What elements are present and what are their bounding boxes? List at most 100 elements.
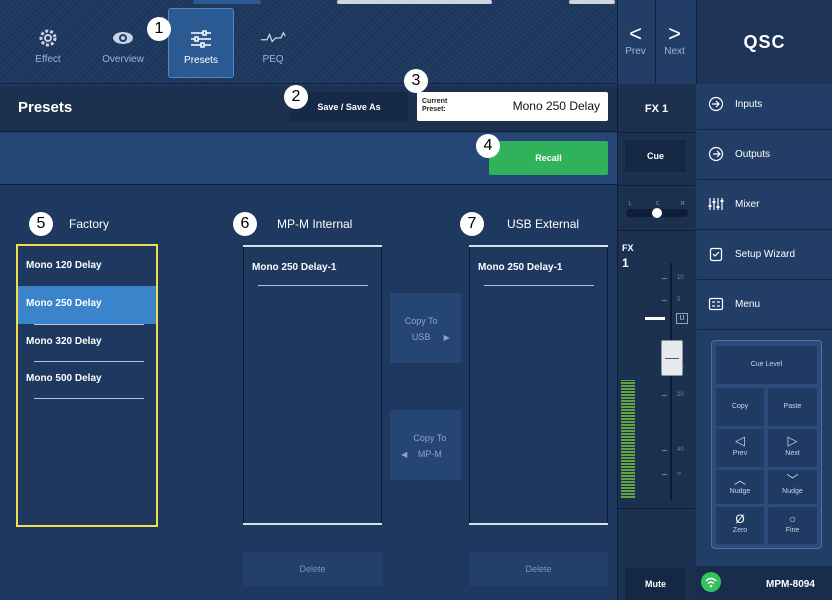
tab-overview-label: Overview xyxy=(102,54,144,65)
tab-presets[interactable]: Presets xyxy=(168,8,234,78)
nudge-down-button[interactable]: ﹀ Nudge xyxy=(768,470,817,504)
tab-peq-label: PEQ xyxy=(262,54,284,65)
unity-marker xyxy=(645,317,665,320)
external-bottom-line xyxy=(469,523,608,525)
top-scroll-indicator-2 xyxy=(569,0,615,4)
cue-level-button[interactable]: Cue Level xyxy=(716,346,817,384)
pan-left-label: L xyxy=(629,201,632,207)
meter-number: 1 xyxy=(622,256,629,270)
pad-prev-button[interactable]: ◁ Prev xyxy=(716,429,764,467)
channel-name: FX 1 xyxy=(644,103,669,115)
eq-curve-icon xyxy=(260,31,286,43)
internal-left-border xyxy=(243,247,244,523)
menu-item-label: Mixer xyxy=(735,199,760,210)
recall-button[interactable]: Recall xyxy=(489,141,608,175)
tab-effect[interactable]: Effect xyxy=(15,8,81,78)
copy-to-mpm-label: Copy To MP-M xyxy=(413,433,447,459)
list-item-selected[interactable]: Mono 250 Delay xyxy=(18,286,156,324)
paste-button[interactable]: Paste xyxy=(768,388,817,426)
copy-to-usb-label: Copy To USB xyxy=(404,316,438,342)
menu-item-inputs[interactable]: Inputs xyxy=(697,80,832,130)
external-item[interactable]: Mono 250 Delay-1 xyxy=(478,262,562,273)
internal-header: MP-M Internal xyxy=(277,217,353,231)
mute-button[interactable]: Mute xyxy=(625,568,686,600)
fader-tick xyxy=(662,395,667,396)
fader-tick xyxy=(662,278,667,279)
copy-button[interactable]: Copy xyxy=(716,388,764,426)
pan-knob[interactable] xyxy=(652,208,662,218)
chevron-right-icon: > xyxy=(668,21,681,46)
internal-right-border xyxy=(381,247,382,523)
list-item[interactable]: Mono 320 Delay xyxy=(18,324,156,362)
unity-label: U xyxy=(676,313,688,324)
fader-knob[interactable] xyxy=(661,340,683,376)
external-top-line xyxy=(469,245,608,247)
page-title: Presets xyxy=(18,99,73,116)
callout-1: 1 xyxy=(147,17,171,41)
chevron-left-icon: < xyxy=(629,21,642,46)
divider xyxy=(484,285,594,286)
fader-scale-label: 10 xyxy=(677,275,684,281)
wizard-icon xyxy=(709,247,723,262)
internal-bottom-line xyxy=(243,523,382,525)
tab-peq[interactable]: PEQ xyxy=(240,8,306,78)
list-item-label: Mono 500 Delay xyxy=(26,373,102,384)
nudge-up-button[interactable]: ︿ Nudge xyxy=(716,470,764,504)
menu-icon xyxy=(708,297,724,311)
list-item-label: Mono 120 Delay xyxy=(26,260,102,271)
meter-label: FX xyxy=(622,243,634,253)
divider xyxy=(618,132,695,133)
nudge-down-label: Nudge xyxy=(782,488,803,495)
callout-7: 7 xyxy=(460,212,484,236)
menu-item-outputs[interactable]: Outputs xyxy=(697,130,832,180)
zero-label: Zero xyxy=(732,527,748,534)
prev-button[interactable]: < Prev xyxy=(617,8,654,78)
internal-delete-button[interactable]: Delete xyxy=(243,552,382,586)
fader-scale-label: ∞ xyxy=(677,471,682,477)
cue-button[interactable]: Cue xyxy=(625,140,686,172)
menu-item-mixer[interactable]: Mixer xyxy=(697,180,832,230)
pad-next-button[interactable]: ▷ Next xyxy=(768,429,817,467)
chevron-down-icon: ﹀ xyxy=(786,473,799,487)
wifi-icon[interactable] xyxy=(701,572,721,592)
top-scroll-indicator xyxy=(337,0,492,4)
copy-to-mpm-button[interactable]: ◀ Copy To MP-M xyxy=(390,410,461,480)
nudge-up-label: Nudge xyxy=(729,488,751,495)
factory-list: Mono 120 Delay Mono 250 Delay Mono 320 D… xyxy=(16,244,158,527)
tab-overview[interactable]: Overview xyxy=(90,8,156,78)
eye-icon xyxy=(113,32,133,44)
internal-item[interactable]: Mono 250 Delay-1 xyxy=(252,262,336,273)
list-item[interactable]: Mono 120 Delay xyxy=(18,248,156,286)
pad-next-label: Next xyxy=(785,450,800,457)
pan-control[interactable]: L C R xyxy=(620,195,694,223)
gear-icon xyxy=(39,29,57,47)
list-item-label: Mono 320 Delay xyxy=(26,336,102,347)
divider xyxy=(618,230,695,231)
next-label: Next xyxy=(664,46,685,57)
menu-item-label: Setup Wizard xyxy=(735,249,796,260)
divider xyxy=(618,185,695,186)
external-delete-button[interactable]: Delete xyxy=(469,552,608,586)
copy-to-usb-button[interactable]: Copy To USB ▶ xyxy=(390,293,461,363)
fine-button[interactable]: ○ Fine xyxy=(768,507,817,544)
factory-header: Factory xyxy=(69,217,110,231)
fader-tick xyxy=(662,300,667,301)
divider xyxy=(34,398,144,399)
next-button[interactable]: > Next xyxy=(656,8,693,78)
mixer-icon xyxy=(708,198,724,210)
fader-scale-label: 20 xyxy=(677,392,684,398)
current-preset-box: Current Preset: Mono 250 Delay xyxy=(417,92,608,121)
pan-center-label: C xyxy=(656,201,660,207)
zero-button[interactable]: Ø Zero xyxy=(716,507,764,544)
prev-label: Prev xyxy=(625,46,646,57)
menu-item-setup-wizard[interactable]: Setup Wizard xyxy=(697,230,832,280)
list-item[interactable]: Mono 500 Delay xyxy=(18,361,156,399)
callout-4: 4 xyxy=(476,134,500,158)
menu-item-menu[interactable]: Menu xyxy=(697,280,832,330)
current-preset-value: Mono 250 Delay xyxy=(512,99,600,113)
app-window: Effect Overview Presets PEQ < Prev > Nex… xyxy=(0,0,832,600)
pad-prev-label: Prev xyxy=(732,450,748,457)
sliders-icon xyxy=(191,30,211,48)
fader-track xyxy=(670,263,672,500)
fader-scale-label: 5 xyxy=(677,297,681,303)
